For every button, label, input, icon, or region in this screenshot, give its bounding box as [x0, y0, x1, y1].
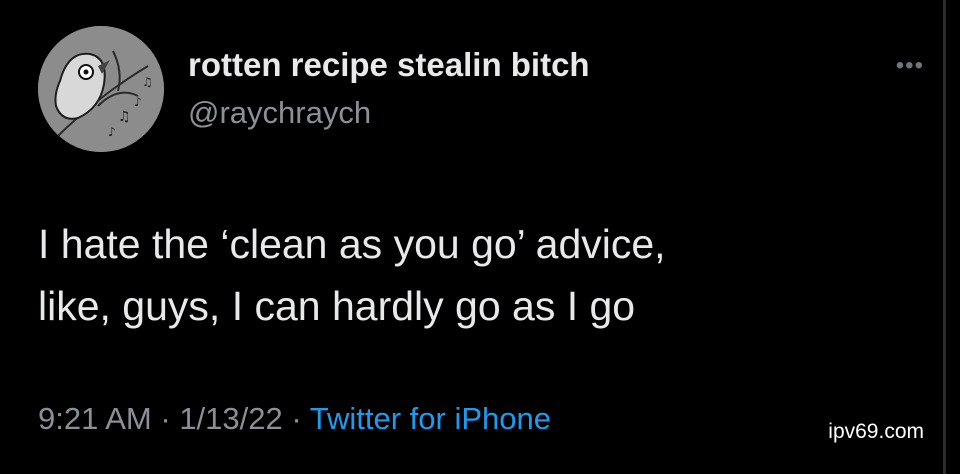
tweet-date[interactable]: 1/13/22: [179, 401, 282, 436]
tweet-text-line: I hate the ‘clean as you go’ advice,: [38, 221, 666, 267]
tweet-card: ♫ ♪ ♪ ♫ rotten recipe stealin bitch @ray…: [0, 0, 960, 474]
tweet-metadata: 9:21 AM · 1/13/22 · Twitter for iPhone: [38, 401, 551, 437]
svg-text:♪: ♪: [108, 125, 116, 139]
svg-text:♫: ♫: [142, 75, 153, 89]
author-handle[interactable]: @raychraych: [188, 95, 371, 131]
tweet-time[interactable]: 9:21 AM: [38, 401, 152, 436]
author-display-name[interactable]: rotten recipe stealin bitch: [188, 46, 590, 84]
avatar[interactable]: ♫ ♪ ♪ ♫: [38, 26, 164, 152]
svg-text:♪: ♪: [134, 95, 142, 109]
avatar-bird-drawing-icon: ♫ ♪ ♪ ♫: [38, 26, 164, 152]
separator-dot: ·: [151, 401, 180, 436]
tweet-text: I hate the ‘clean as you go’ advice, lik…: [38, 213, 918, 337]
more-icon[interactable]: •••: [896, 52, 924, 80]
svg-text:♫: ♫: [118, 109, 131, 125]
watermark: ipv69.com: [828, 420, 924, 443]
separator-dot: ·: [282, 401, 310, 436]
tweet-text-line: like, guys, I can hardly go as I go: [38, 283, 636, 329]
edge-divider: [943, 0, 946, 474]
tweet-source-link[interactable]: Twitter for iPhone: [310, 401, 551, 436]
